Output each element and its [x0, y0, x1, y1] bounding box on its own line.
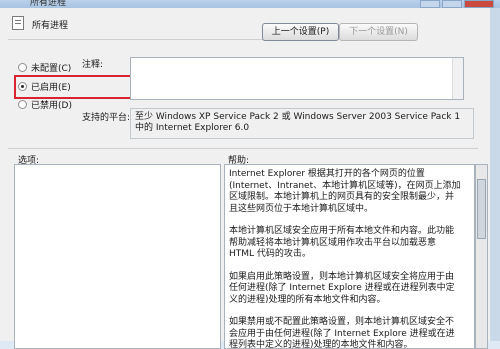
comment-label: 注释:	[82, 60, 104, 70]
supported-platform-text: 至少 Windows XP Service Pack 2 或 Windows S…	[130, 108, 474, 139]
help-paragraph: 如果启用此策略设置，则本地计算机区域安全将应用于由任何进程(除了 Interne…	[229, 271, 455, 305]
maximize-button[interactable]	[442, 0, 462, 8]
next-setting-button[interactable]: 下一个设置(N)	[339, 23, 418, 41]
comment-textarea[interactable]	[130, 57, 464, 100]
window-frame-edge	[490, 8, 500, 341]
previous-setting-button[interactable]: 上一个设置(P)	[262, 23, 339, 41]
help-paragraph: 如果禁用或不配置此策略设置，则本地计算机区域安全不会应用于由任何进程(除了 In…	[229, 317, 455, 349]
radio-disabled[interactable]: 已禁用(D)	[18, 98, 72, 111]
comment-scrollbar[interactable]	[452, 58, 463, 99]
window-title: 所有进程	[30, 0, 67, 8]
window-controls	[420, 0, 494, 8]
supported-platform-label: 支持的平台:	[82, 113, 131, 123]
help-scrollbar[interactable]	[475, 164, 488, 349]
help-panel[interactable]: Internet Explorer 根据其打开的各个网页的位置(Internet…	[224, 164, 475, 349]
options-panel	[14, 164, 221, 349]
scrollbar-thumb[interactable]	[477, 179, 486, 239]
minimize-button[interactable]	[420, 0, 440, 8]
dialog-body: 所有进程 上一个设置(P) 下一个设置(N) 未配置(C) 已启用(E) 已禁用…	[0, 8, 500, 349]
radio-circle-icon	[18, 100, 27, 109]
radio-label: 已禁用(D)	[31, 101, 72, 111]
divider	[8, 39, 270, 40]
help-paragraph: Internet Explorer 根据其打开的各个网页的位置(Internet…	[229, 169, 461, 214]
policy-name: 所有进程	[32, 21, 69, 31]
radio-circle-icon	[18, 63, 27, 72]
policy-setting-icon	[12, 16, 24, 30]
radio-label: 未配置(C)	[31, 64, 72, 74]
title-bar: 所有进程	[0, 0, 500, 8]
divider	[8, 148, 478, 149]
radio-not-configured[interactable]: 未配置(C)	[18, 61, 71, 74]
close-button[interactable]	[464, 0, 494, 8]
help-paragraph: 本地计算机区域安全应用于所有本地文件和内容。此功能帮助减轻将本地计算机区域用作攻…	[229, 226, 455, 259]
